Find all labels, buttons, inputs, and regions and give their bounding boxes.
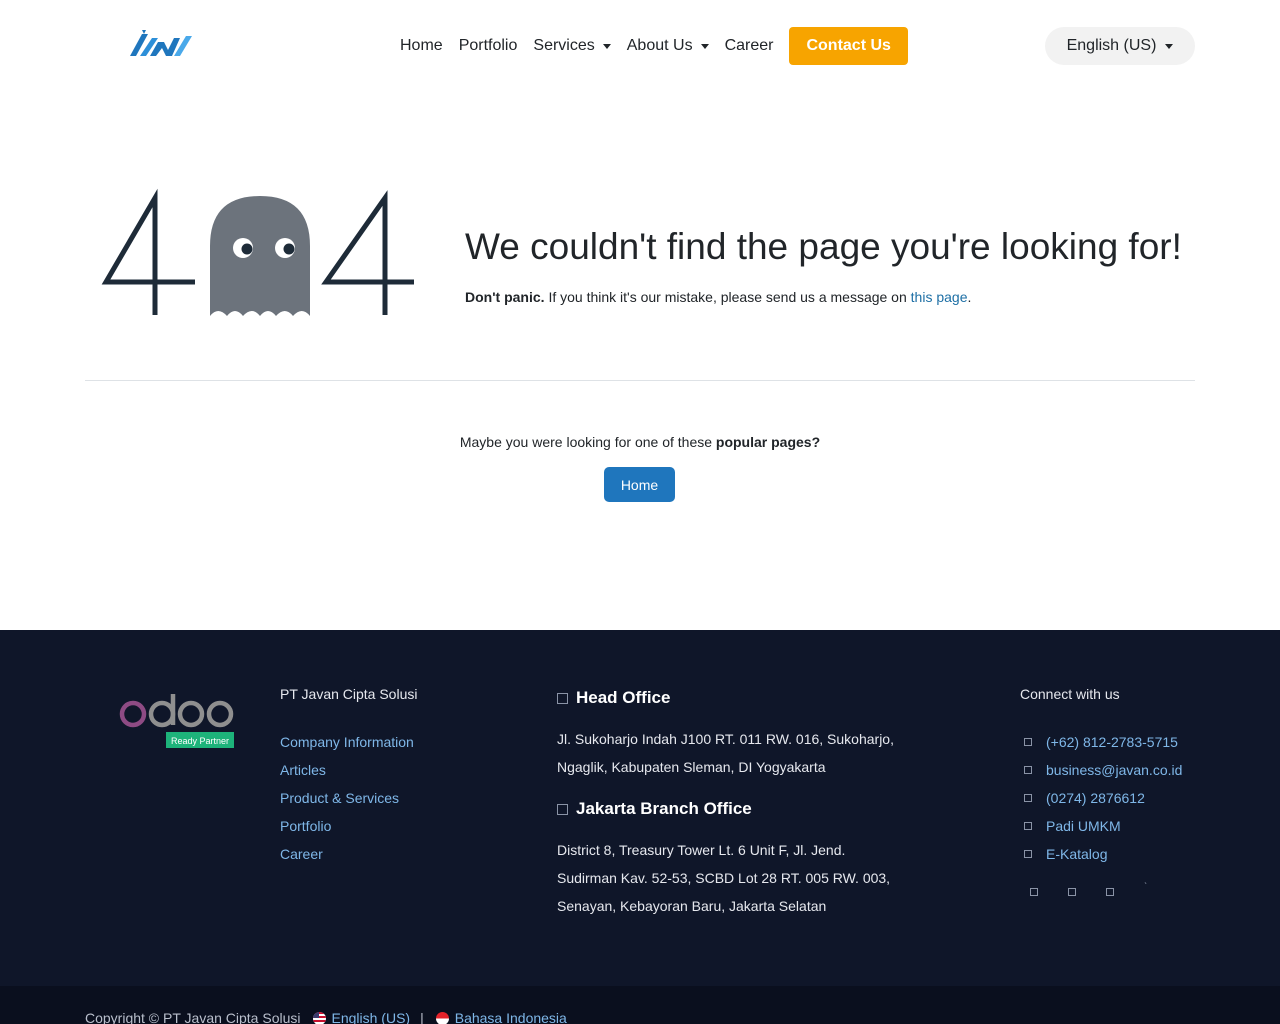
contact-e-katalog-label: E-Katalog <box>1046 846 1108 862</box>
nav-home[interactable]: Home <box>392 27 451 65</box>
head-office-label: Head Office <box>576 688 671 707</box>
error-title: We couldn't find the page you're looking… <box>465 226 1182 267</box>
error-subtitle: Don't panic. If you think it's our mista… <box>465 289 971 305</box>
copyright-text: Copyright © PT Javan Cipta Solusi <box>85 1010 301 1024</box>
contact-phone-label: (+62) 812-2783-5715 <box>1046 734 1178 750</box>
contact-office-phone[interactable]: (0274) 2876612 <box>1020 784 1182 812</box>
popular-bold: popular pages? <box>715 434 821 450</box>
nav-services-dropdown[interactable]: Services <box>525 27 618 65</box>
email-icon <box>1024 766 1032 774</box>
branch-office-address: District 8, Treasury Tower Lt. 6 Unit F,… <box>557 836 917 920</box>
nav-portfolio[interactable]: Portfolio <box>451 27 526 65</box>
footer-link-articles[interactable]: Articles <box>280 756 414 784</box>
odoo-ready-partner-logo[interactable]: Ready Partner <box>118 690 238 750</box>
footer-link-product-services[interactable]: Product & Services <box>280 784 414 812</box>
footer-link-portfolio[interactable]: Portfolio <box>280 812 414 840</box>
address-line: Sudirman Kav. 52-53, SCBD Lot 28 RT. 005… <box>557 870 891 886</box>
footer-company-title: PT Javan Cipta Solusi <box>280 686 418 702</box>
language-link-indonesian[interactable]: Bahasa Indonesia <box>455 1010 567 1024</box>
footer-link-career[interactable]: Career <box>280 840 414 868</box>
caret-down-icon <box>700 43 709 49</box>
popular-prefix: Maybe you were looking for one of these <box>459 434 716 450</box>
address-line: Ngaglik, Kabupaten Sleman, DI Yogyakarta <box>557 759 826 775</box>
nav-home-label: Home <box>400 37 443 54</box>
popular-pages-text: Maybe you were looking for one of these … <box>0 434 1280 450</box>
building-icon <box>557 803 568 815</box>
caret-down-icon <box>1165 43 1174 49</box>
linkedin-icon[interactable] <box>1106 888 1114 896</box>
social-links: ˋ <box>1030 882 1147 896</box>
us-flag-icon <box>312 1011 326 1024</box>
main-nav: Home Portfolio Services About Us Career … <box>392 27 908 65</box>
javan-logo[interactable] <box>128 28 196 60</box>
contact-padi-umkm[interactable]: Padi UMKM <box>1020 812 1182 840</box>
branch-office-title: Jakarta Branch Office <box>557 799 752 819</box>
facebook-icon[interactable] <box>1030 888 1038 896</box>
footer-link-company-info[interactable]: Company Information <box>280 728 414 756</box>
nav-portfolio-label: Portfolio <box>458 37 518 54</box>
address-line: Jl. Sukoharjo Indah J100 RT. 011 RW. 016… <box>557 731 894 747</box>
site-header: Home Portfolio Services About Us Career … <box>0 0 1280 92</box>
home-button[interactable]: Home <box>604 467 675 502</box>
nav-career-label: Career <box>724 37 774 54</box>
contact-email[interactable]: business@javan.co.id <box>1020 756 1182 784</box>
caret-down-icon <box>602 43 611 49</box>
nav-about-dropdown[interactable]: About Us <box>619 27 717 65</box>
contact-us-button[interactable]: Contact Us <box>789 27 908 65</box>
address-line: Senayan, Kebayoran Baru, Jakarta Selatan <box>557 898 827 914</box>
language-separator: | <box>420 1010 424 1024</box>
nav-services-label: Services <box>533 37 595 54</box>
address-line: District 8, Treasury Tower Lt. 6 Unit F,… <box>557 842 846 858</box>
contact-phone[interactable]: (+62) 812-2783-5715 <box>1020 728 1182 756</box>
catalog-icon <box>1024 850 1032 858</box>
indonesia-flag-icon <box>435 1011 449 1024</box>
404-ghost-illustration <box>101 188 414 316</box>
odoo-badge-text: Ready Partner <box>171 736 229 746</box>
error-subtitle-text: If you think it's our mistake, please se… <box>544 289 911 305</box>
contact-e-katalog[interactable]: E-Katalog <box>1020 840 1182 868</box>
instagram-icon[interactable] <box>1068 888 1076 896</box>
contact-list: (+62) 812-2783-5715 business@javan.co.id… <box>1020 728 1182 868</box>
footer-links: Company Information Articles Product & S… <box>280 728 414 868</box>
contact-padi-umkm-label: Padi UMKM <box>1046 818 1121 834</box>
head-office-title: Head Office <box>557 688 670 708</box>
connect-title: Connect with us <box>1020 686 1120 702</box>
head-office-address: Jl. Sukoharjo Indah J100 RT. 011 RW. 016… <box>557 725 917 781</box>
nav-career[interactable]: Career <box>717 27 782 65</box>
building-icon <box>557 692 568 704</box>
section-divider <box>85 380 1195 381</box>
telephone-icon <box>1024 794 1032 802</box>
language-link-english[interactable]: English (US) <box>332 1010 411 1024</box>
nav-about-label: About Us <box>626 37 693 54</box>
language-label: English (US) <box>1066 37 1157 54</box>
error-subtitle-end: . <box>967 289 972 305</box>
store-icon <box>1024 822 1032 830</box>
tiktok-icon[interactable]: ˋ <box>1144 882 1147 893</box>
phone-icon <box>1024 738 1032 746</box>
branch-office-label: Jakarta Branch Office <box>576 799 752 818</box>
copyright: Copyright © PT Javan Cipta Solusi Englis… <box>85 1010 567 1024</box>
contact-office-phone-label: (0274) 2876612 <box>1046 790 1145 806</box>
contact-page-link[interactable]: this page <box>911 289 968 305</box>
language-selector[interactable]: English (US) <box>1045 27 1195 65</box>
contact-email-label: business@javan.co.id <box>1046 762 1183 778</box>
error-subtitle-bold: Don't panic. <box>465 289 545 305</box>
